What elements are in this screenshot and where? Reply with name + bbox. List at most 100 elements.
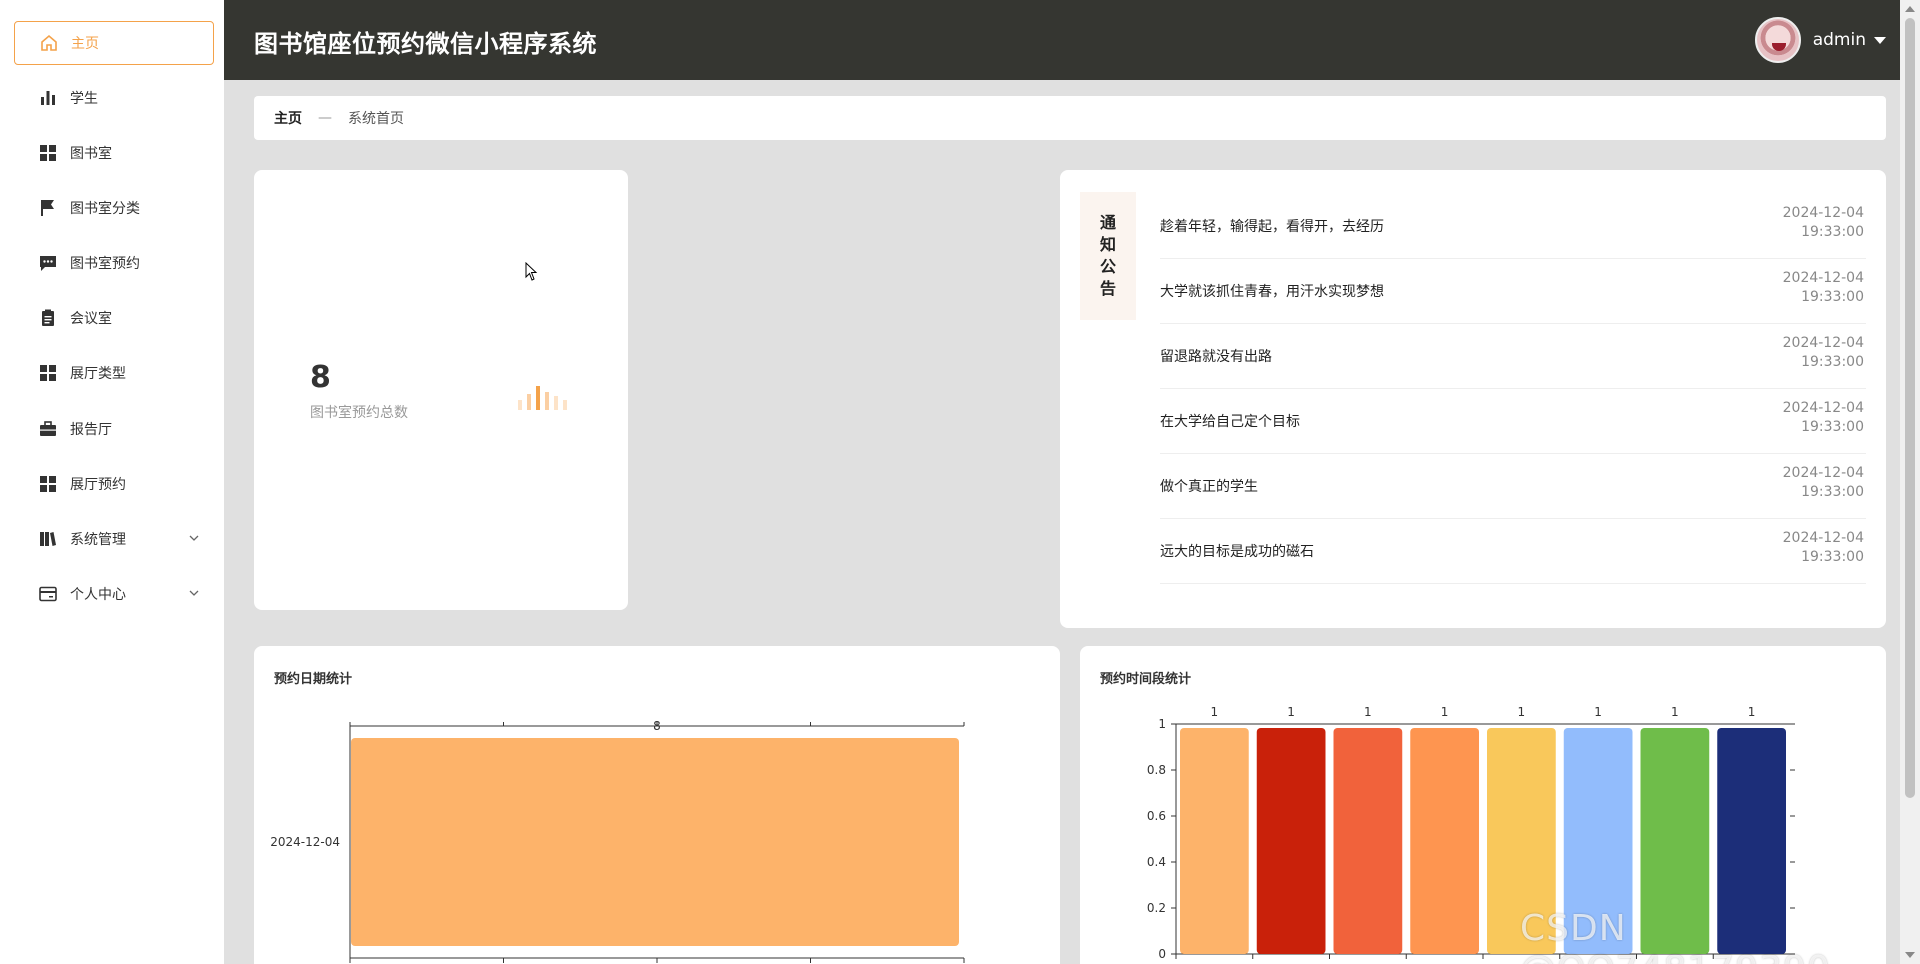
mouse-cursor-icon	[525, 262, 538, 281]
data-label: 8	[653, 719, 661, 733]
notice-tag-char: 公	[1099, 257, 1116, 276]
bar-chart-icon	[518, 386, 567, 410]
grid-icon	[38, 143, 58, 163]
vertical-scrollbar[interactable]	[1900, 0, 1920, 964]
notice-item[interactable]: 留退路就没有出路 2024-12-04 19:33:00	[1160, 324, 1866, 389]
y-tick-label: 0.6	[1147, 809, 1166, 823]
notice-title[interactable]: 趁着年轻，输得起，看得开，去经历	[1160, 216, 1384, 236]
data-label: 1	[1287, 705, 1295, 719]
sidebar-item-meeting-room[interactable]: 会议室	[14, 296, 214, 340]
chat-icon	[38, 253, 58, 273]
date-stats-chart-card: 预约日期统计 2024-12-04 8	[254, 646, 1060, 964]
notice-item[interactable]: 趁着年轻，输得起，看得开，去经历 2024-12-04 19:33:00	[1160, 194, 1866, 259]
sidebar-item-label: 展厅类型	[70, 366, 126, 382]
sidebar-item-personal-center[interactable]: 个人中心	[14, 572, 214, 616]
notice-tag-char: 知	[1099, 235, 1116, 254]
notice-item[interactable]: 在大学给自己定个目标 2024-12-04 19:33:00	[1160, 389, 1866, 454]
notice-title[interactable]: 做个真正的学生	[1160, 476, 1258, 496]
y-tick-label: 0.8	[1147, 763, 1166, 777]
bar-chart-icon	[38, 88, 58, 108]
notice-item[interactable]: 做个真正的学生 2024-12-04 19:33:00	[1160, 454, 1866, 519]
bar	[1180, 728, 1249, 954]
card-icon	[38, 584, 58, 604]
notice-date-day: 2024-12-04	[1782, 270, 1864, 286]
sidebar-item-label: 主页	[71, 36, 99, 52]
notice-date-time: 19:33:00	[1801, 484, 1864, 500]
notice-date-time: 19:33:00	[1801, 549, 1864, 565]
sidebar-item-label: 系统管理	[70, 532, 126, 548]
y-tick-label: 1	[1158, 717, 1166, 731]
briefcase-icon	[38, 419, 58, 439]
notice-tag: 通 知 公 告	[1080, 192, 1136, 320]
watermark: CSDN @QQ748179390	[1520, 908, 1830, 964]
user-menu[interactable]: admin	[1754, 16, 1886, 64]
notice-date-time: 19:33:00	[1801, 419, 1864, 435]
notice-date: 2024-12-04 19:33:00	[1783, 464, 1864, 502]
sidebar-item-students[interactable]: 学生	[14, 76, 214, 120]
data-label: 1	[1364, 705, 1372, 719]
notice-tag-char: 告	[1099, 279, 1116, 298]
notice-item[interactable]: 远大的目标是成功的磁石 2024-12-04 19:33:00	[1160, 519, 1866, 584]
bar	[1410, 728, 1479, 954]
grid-icon	[38, 474, 58, 494]
bar	[1333, 728, 1403, 954]
username[interactable]: admin	[1813, 30, 1866, 50]
breadcrumb-home[interactable]: 主页	[274, 108, 302, 128]
sidebar-item-hall-type[interactable]: 展厅类型	[14, 351, 214, 395]
home-icon	[39, 33, 59, 53]
app-title: 图书馆座位预约微信小程序系统	[254, 30, 597, 58]
notice-item[interactable]: 大学就该抓住青春，用汗水实现梦想 2024-12-04 19:33:00	[1160, 259, 1866, 324]
sidebar-item-hall-booking[interactable]: 展厅预约	[14, 462, 214, 506]
notice-title[interactable]: 留退路就没有出路	[1160, 346, 1272, 366]
notice-list: 趁着年轻，输得起，看得开，去经历 2024-12-04 19:33:00 大学就该…	[1160, 194, 1866, 584]
notice-date-day: 2024-12-04	[1782, 205, 1864, 221]
sidebar-item-lecture-hall[interactable]: 报告厅	[14, 407, 214, 451]
notice-title[interactable]: 远大的目标是成功的磁石	[1160, 541, 1314, 561]
sidebar-item-library-booking[interactable]: 图书室预约	[14, 241, 214, 285]
notice-date-day: 2024-12-04	[1782, 335, 1864, 351]
sidebar-item-label: 个人中心	[70, 587, 126, 603]
data-label: 1	[1441, 705, 1449, 719]
date-stats-chart: 2024-12-04 8	[270, 719, 965, 963]
y-tick-label: 0.2	[1147, 901, 1166, 915]
bar	[1256, 728, 1326, 954]
sidebar-item-label: 展厅预约	[70, 477, 126, 493]
notice-title[interactable]: 大学就该抓住青春，用汗水实现梦想	[1160, 281, 1384, 301]
notice-card: 通 知 公 告 趁着年轻，输得起，看得开，去经历 2024-12-04 19:33…	[1060, 170, 1886, 628]
notice-date: 2024-12-04 19:33:00	[1783, 529, 1864, 567]
data-label: 1	[1594, 705, 1602, 719]
bar	[351, 738, 959, 946]
sidebar-item-home[interactable]: 主页	[14, 21, 214, 65]
notice-date-day: 2024-12-04	[1782, 400, 1864, 416]
notice-date: 2024-12-04 19:33:00	[1783, 204, 1864, 242]
breadcrumb-separator: —	[318, 110, 332, 126]
sidebar-item-library-room[interactable]: 图书室	[14, 131, 214, 175]
notice-date-time: 19:33:00	[1801, 224, 1864, 240]
sidebar-item-label: 图书室	[70, 146, 112, 162]
notice-date-time: 19:33:00	[1801, 289, 1864, 305]
chevron-down-icon	[189, 590, 199, 596]
scroll-thumb[interactable]	[1905, 18, 1915, 798]
sidebar-item-system-management[interactable]: 系统管理	[14, 517, 214, 561]
caret-down-icon[interactable]	[1874, 36, 1886, 44]
sidebar-item-label: 图书室预约	[70, 256, 140, 272]
avatar[interactable]	[1754, 17, 1801, 63]
y-tick-label: 0	[1158, 947, 1166, 961]
scroll-down-arrow-icon[interactable]	[1905, 952, 1915, 958]
notice-date-day: 2024-12-04	[1782, 530, 1864, 546]
notice-date: 2024-12-04 19:33:00	[1783, 399, 1864, 437]
breadcrumb: 主页 — 系统首页	[254, 96, 1886, 140]
notice-date-time: 19:33:00	[1801, 354, 1864, 370]
clipboard-icon	[38, 308, 58, 328]
data-label: 1	[1518, 705, 1526, 719]
notice-title[interactable]: 在大学给自己定个目标	[1160, 411, 1300, 431]
y-tick-label: 2024-12-04	[270, 835, 340, 849]
sidebar: 主页 学生 图书室 图书室分类 图书室预约 会议室 展厅类型 报告厅 展厅预约 …	[0, 0, 224, 964]
scroll-up-arrow-icon[interactable]	[1905, 6, 1915, 12]
data-label: 1	[1211, 705, 1219, 719]
notice-tag-char: 通	[1099, 213, 1116, 232]
sidebar-item-library-category[interactable]: 图书室分类	[14, 186, 214, 230]
grid-icon	[38, 363, 58, 383]
chevron-down-icon	[189, 535, 199, 541]
stat-value: 8	[310, 360, 331, 395]
